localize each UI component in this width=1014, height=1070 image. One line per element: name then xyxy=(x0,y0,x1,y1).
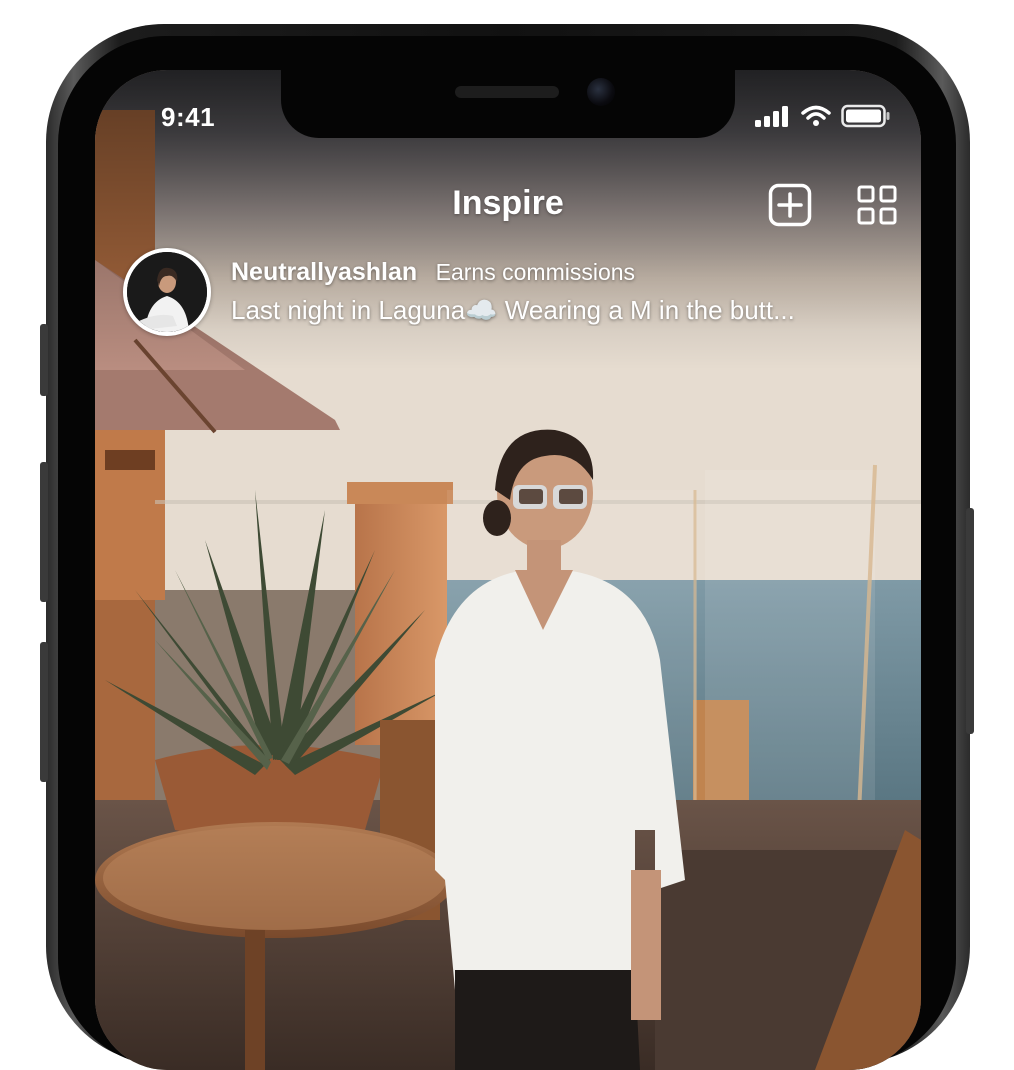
grid-icon xyxy=(857,185,897,225)
plus-square-icon xyxy=(768,183,812,227)
commission-badge: Earns commissions xyxy=(435,259,636,285)
screen: 9:41 Inspire Neutrallyashlan Earns commi… xyxy=(95,70,921,1070)
post-meta: Neutrallyashlan Earns commissions Last n… xyxy=(231,258,903,326)
notch xyxy=(281,70,735,138)
post-header: Neutrallyashlan Earns commissions Last n… xyxy=(123,248,903,338)
power-button xyxy=(966,508,974,734)
add-post-button[interactable] xyxy=(768,183,812,227)
status-icons xyxy=(755,104,891,128)
status-time: 9:41 xyxy=(161,102,216,132)
wifi-icon xyxy=(801,105,831,126)
post-caption[interactable]: Last night in Laguna☁️ Wearing a M in th… xyxy=(231,295,903,326)
mute-switch xyxy=(40,324,48,396)
username[interactable]: Neutrallyashlan xyxy=(231,258,417,286)
volume-up-button xyxy=(40,462,48,602)
front-camera xyxy=(587,78,615,106)
volume-down-button xyxy=(40,642,48,782)
avatar[interactable] xyxy=(123,248,211,336)
speaker-grille xyxy=(455,86,559,98)
grid-view-button[interactable] xyxy=(857,185,897,225)
cellular-signal-icon xyxy=(755,106,788,127)
avatar-image xyxy=(127,252,207,332)
battery-icon xyxy=(841,104,890,128)
